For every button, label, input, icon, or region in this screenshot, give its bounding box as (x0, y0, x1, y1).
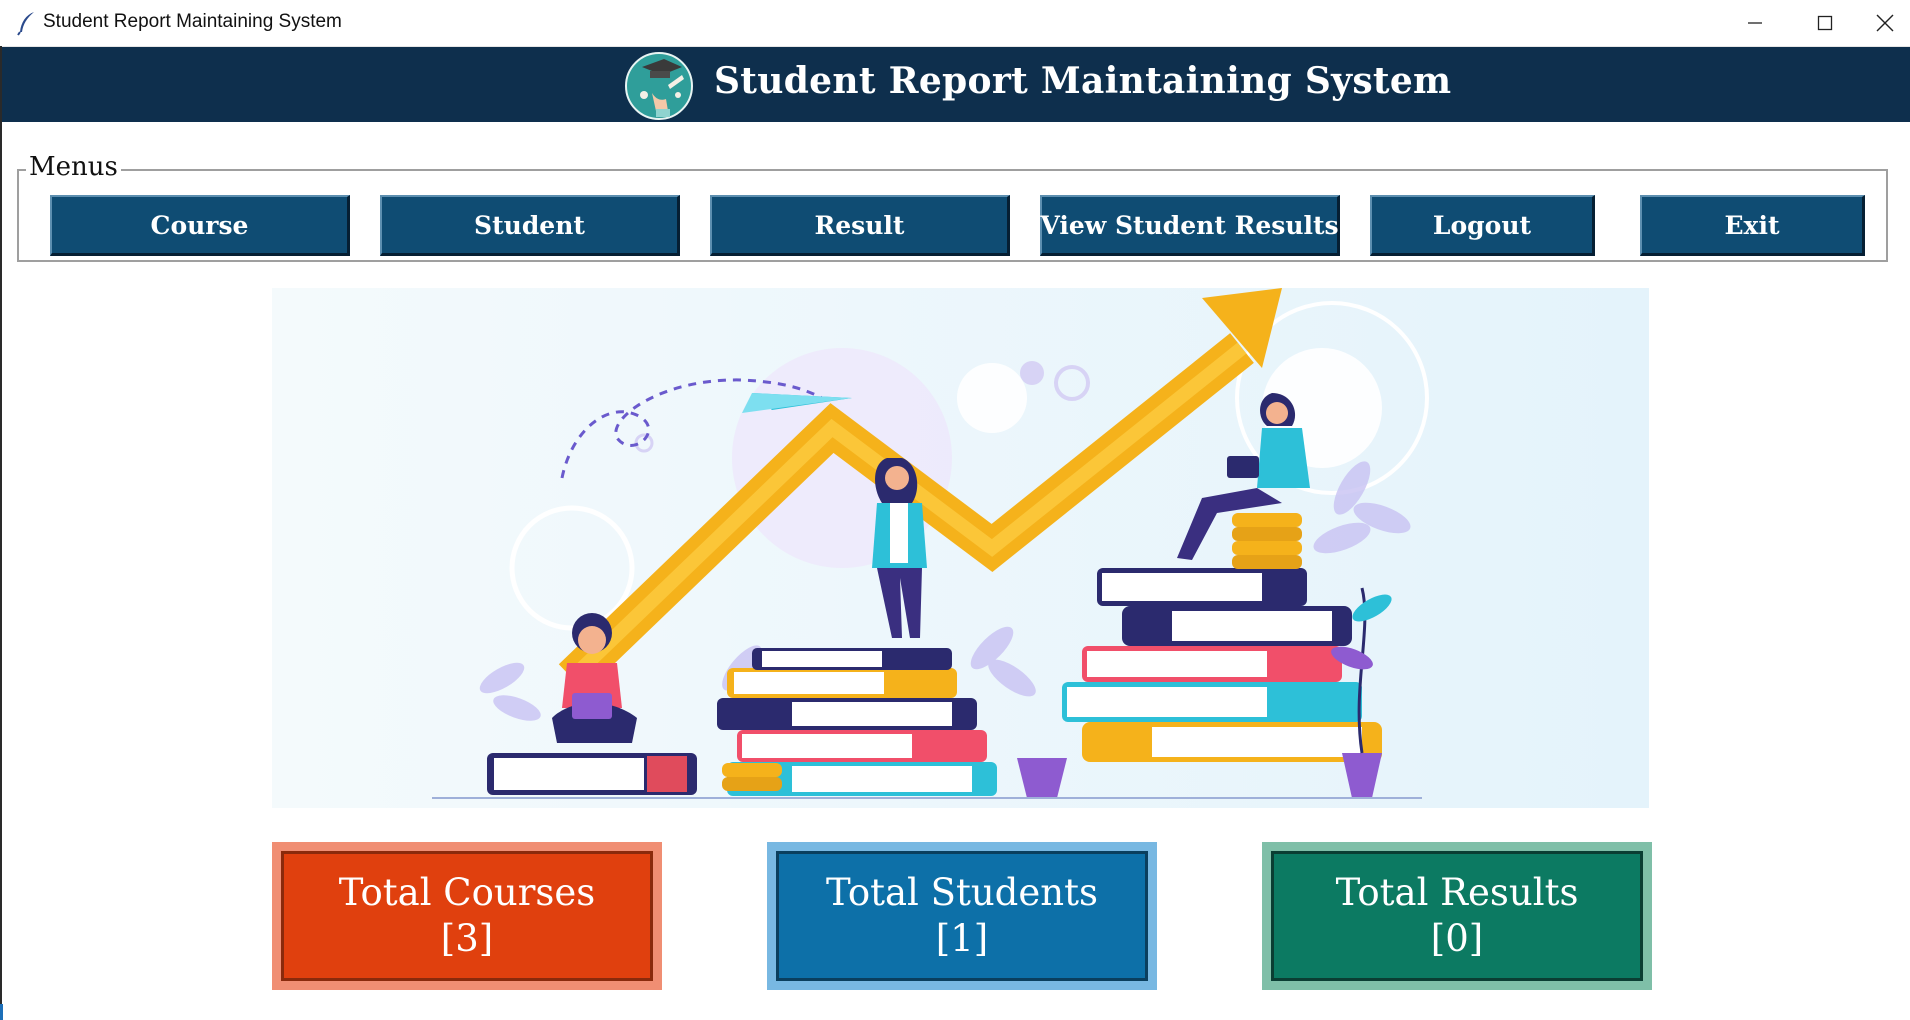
menu-legend: Menus (26, 152, 121, 182)
total-results-inner: Total Results [0] (1271, 851, 1643, 981)
minimize-icon (1748, 22, 1762, 24)
taskbar-edge (0, 1004, 3, 1020)
close-icon (1876, 14, 1894, 32)
total-courses-inner: Total Courses [3] (281, 851, 653, 981)
total-students-label: Total Students (826, 871, 1098, 914)
app-header: Student Report Maintaining System (2, 47, 1910, 122)
total-courses-label: Total Courses (338, 871, 596, 914)
total-results-label: Total Results (1335, 871, 1579, 914)
maximize-button[interactable] (1790, 0, 1860, 46)
window-title: Student Report Maintaining System (43, 11, 342, 32)
view-student-results-button[interactable]: View Student Results (1040, 195, 1340, 256)
course-button[interactable]: Course (50, 195, 350, 256)
minimize-button[interactable] (1720, 0, 1790, 46)
logout-button[interactable]: Logout (1370, 195, 1595, 256)
graduation-logo-icon (625, 52, 693, 120)
result-button[interactable]: Result (710, 195, 1010, 256)
total-students-card: Total Students [1] (767, 842, 1157, 990)
education-growth-illustration (272, 288, 1649, 808)
exit-button[interactable]: Exit (1640, 195, 1865, 256)
total-students-inner: Total Students [1] (776, 851, 1148, 981)
total-students-value: [1] (935, 917, 989, 960)
total-results-value: [0] (1430, 917, 1484, 960)
feather-icon (17, 12, 34, 36)
student-button[interactable]: Student (380, 195, 680, 256)
maximize-icon (1817, 15, 1833, 31)
total-courses-value: [3] (440, 917, 494, 960)
window-titlebar: Student Report Maintaining System (0, 0, 1910, 47)
window-border (0, 46, 2, 1020)
total-results-card: Total Results [0] (1262, 842, 1652, 990)
total-courses-card: Total Courses [3] (272, 842, 662, 990)
close-button[interactable] (1860, 0, 1910, 46)
app-title: Student Report Maintaining System (714, 60, 1452, 102)
